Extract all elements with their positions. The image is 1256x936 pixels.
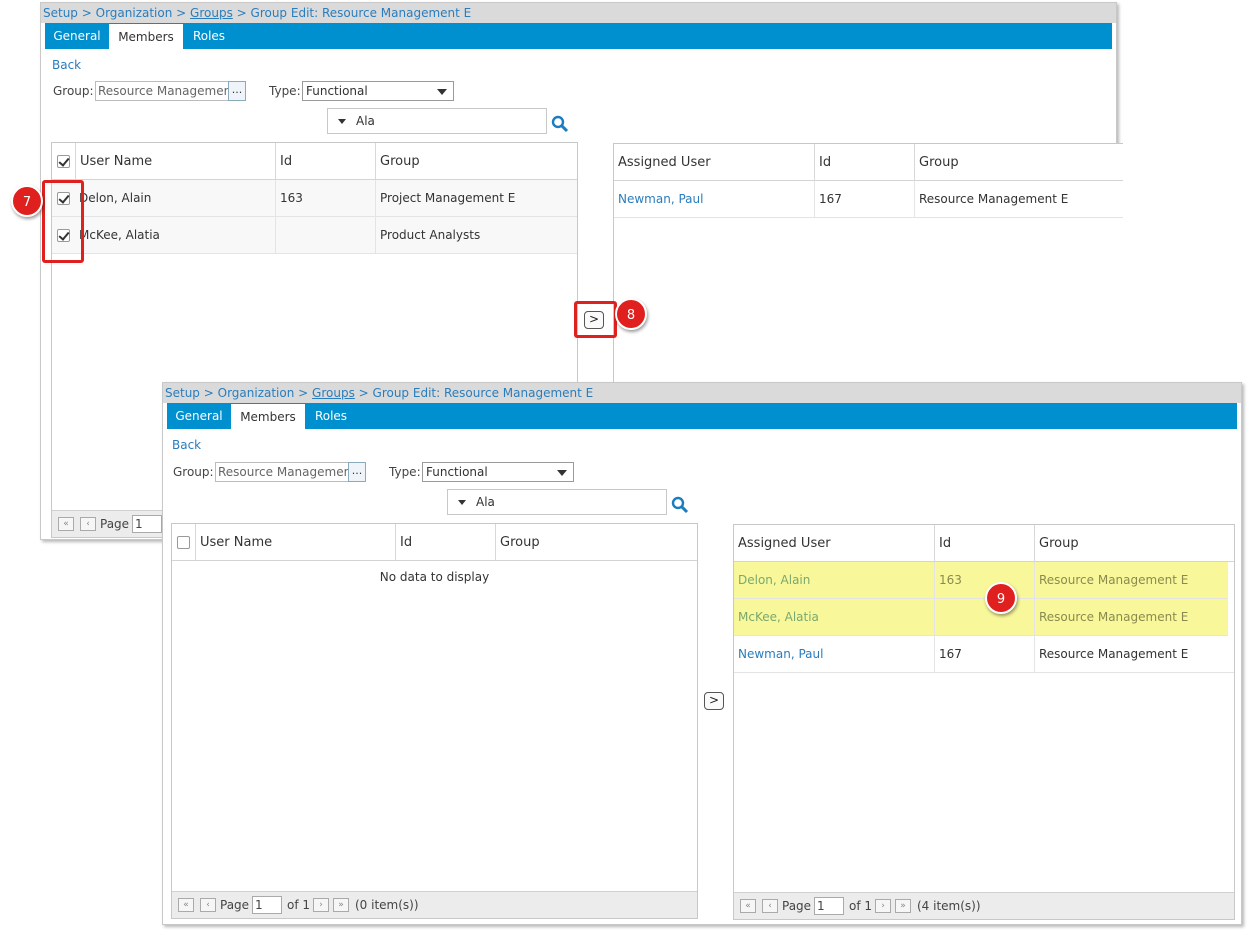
- type-label: Type:: [269, 84, 301, 98]
- breadcrumb: Setup > Organization > Groups > Group Ed…: [163, 383, 1241, 403]
- breadcrumb-current: Group Edit: Resource Management E: [250, 6, 472, 20]
- group-picker-button[interactable]: ...: [228, 81, 246, 101]
- step-7-callout: 7: [11, 185, 43, 217]
- breadcrumb-groups[interactable]: Groups: [312, 386, 355, 400]
- tab-members[interactable]: Members: [109, 24, 183, 50]
- type-select[interactable]: Functional: [422, 462, 574, 482]
- last-page-icon[interactable]: »: [333, 898, 349, 912]
- prev-page-icon[interactable]: ‹: [200, 898, 216, 912]
- move-right-button[interactable]: >: [704, 692, 724, 710]
- group-field[interactable]: Resource Management: [95, 81, 229, 101]
- grid-header: Assigned User Id Group: [614, 144, 1123, 181]
- page-input[interactable]: 1: [252, 896, 282, 914]
- breadcrumb-setup[interactable]: Setup: [165, 386, 200, 400]
- table-row[interactable]: McKee, Alatia Resource Management E: [734, 599, 1228, 636]
- col-id[interactable]: Id: [275, 143, 375, 180]
- next-page-icon[interactable]: ›: [313, 898, 329, 912]
- checkbox-highlight-box: [42, 180, 84, 263]
- search-options-dropdown-icon[interactable]: [338, 119, 346, 124]
- table-row[interactable]: Newman, Paul 167 Resource Management E: [734, 636, 1234, 673]
- assigned-users-grid: Assigned User Id Group Delon, Alain 163 …: [733, 524, 1235, 920]
- col-user-name[interactable]: User Name: [75, 143, 275, 180]
- group-picker-button[interactable]: ...: [348, 462, 366, 482]
- type-select[interactable]: Functional: [302, 81, 454, 101]
- tab-roles[interactable]: Roles: [183, 23, 235, 49]
- available-users-grid: User Name Id Group No data to display « …: [171, 523, 698, 919]
- pager: « ‹ Page 1 of 1 › » (0 item(s)): [172, 891, 697, 918]
- prev-page-icon[interactable]: ‹: [80, 517, 96, 531]
- page-input[interactable]: 1: [132, 515, 162, 533]
- select-all-checkbox[interactable]: [57, 155, 70, 168]
- breadcrumb: Setup > Organization > Groups > Group Ed…: [41, 3, 1116, 23]
- tab-general[interactable]: General: [167, 403, 231, 429]
- chevron-down-icon: [437, 89, 447, 95]
- search-icon[interactable]: [671, 496, 689, 514]
- back-link[interactable]: Back: [172, 438, 201, 452]
- no-data-message: No data to display: [379, 570, 490, 584]
- first-page-icon[interactable]: «: [740, 899, 756, 913]
- breadcrumb-setup[interactable]: Setup: [43, 6, 78, 20]
- col-group[interactable]: Group: [375, 143, 577, 180]
- breadcrumb-organization[interactable]: Organization: [218, 386, 295, 400]
- group-label: Group:: [53, 84, 94, 98]
- search-options-dropdown-icon[interactable]: [458, 500, 466, 505]
- grid-header: User Name Id Group: [172, 524, 697, 561]
- screenshot-step-9: Setup > Organization > Groups > Group Ed…: [162, 382, 1242, 925]
- col-group[interactable]: Group: [914, 144, 1123, 181]
- breadcrumb-current: Group Edit: Resource Management E: [372, 386, 594, 400]
- chevron-down-icon: [557, 470, 567, 476]
- col-assigned-user[interactable]: Assigned User: [614, 144, 814, 181]
- grid-header: Assigned User Id Group: [734, 525, 1234, 562]
- grid-header: User Name Id Group: [52, 143, 577, 180]
- first-page-icon[interactable]: «: [178, 898, 194, 912]
- search-icon[interactable]: [551, 115, 569, 133]
- col-id[interactable]: Id: [814, 144, 914, 181]
- col-user-name[interactable]: User Name: [195, 524, 395, 561]
- table-row[interactable]: Delon, Alain 163 Resource Management E: [734, 562, 1228, 599]
- tab-members[interactable]: Members: [231, 404, 305, 430]
- group-label: Group:: [173, 465, 214, 479]
- prev-page-icon[interactable]: ‹: [762, 899, 778, 913]
- next-page-icon[interactable]: ›: [875, 899, 891, 913]
- first-page-icon[interactable]: «: [58, 517, 74, 531]
- pager: « ‹ Page 1 of 1 › » (4 item(s)): [734, 892, 1234, 919]
- tab-bar: General Members Roles: [45, 23, 1112, 50]
- breadcrumb-groups[interactable]: Groups: [190, 6, 233, 20]
- step-9-callout: 9: [985, 582, 1017, 614]
- tab-general[interactable]: General: [45, 23, 109, 49]
- col-assigned-user[interactable]: Assigned User: [734, 525, 934, 562]
- tab-bar: General Members Roles: [167, 403, 1237, 430]
- back-link[interactable]: Back: [52, 58, 81, 72]
- search-input[interactable]: Ala: [447, 489, 667, 515]
- search-input[interactable]: Ala: [327, 108, 547, 134]
- type-label: Type:: [389, 465, 421, 479]
- col-group[interactable]: Group: [495, 524, 697, 561]
- col-id[interactable]: Id: [934, 525, 1034, 562]
- col-group[interactable]: Group: [1034, 525, 1234, 562]
- breadcrumb-organization[interactable]: Organization: [96, 6, 173, 20]
- step-8-callout: 8: [615, 298, 647, 330]
- table-row[interactable]: Delon, Alain 163 Project Management E: [52, 180, 577, 217]
- page-input[interactable]: 1: [814, 897, 844, 915]
- select-all-checkbox[interactable]: [177, 536, 190, 549]
- table-row[interactable]: Newman, Paul 167 Resource Management E: [614, 181, 1123, 218]
- tab-roles[interactable]: Roles: [305, 403, 357, 429]
- table-row[interactable]: McKee, Alatia Product Analysts: [52, 217, 577, 254]
- group-field[interactable]: Resource Management: [215, 462, 349, 482]
- last-page-icon[interactable]: »: [895, 899, 911, 913]
- move-button-highlight-box: [574, 301, 617, 338]
- col-id[interactable]: Id: [395, 524, 495, 561]
